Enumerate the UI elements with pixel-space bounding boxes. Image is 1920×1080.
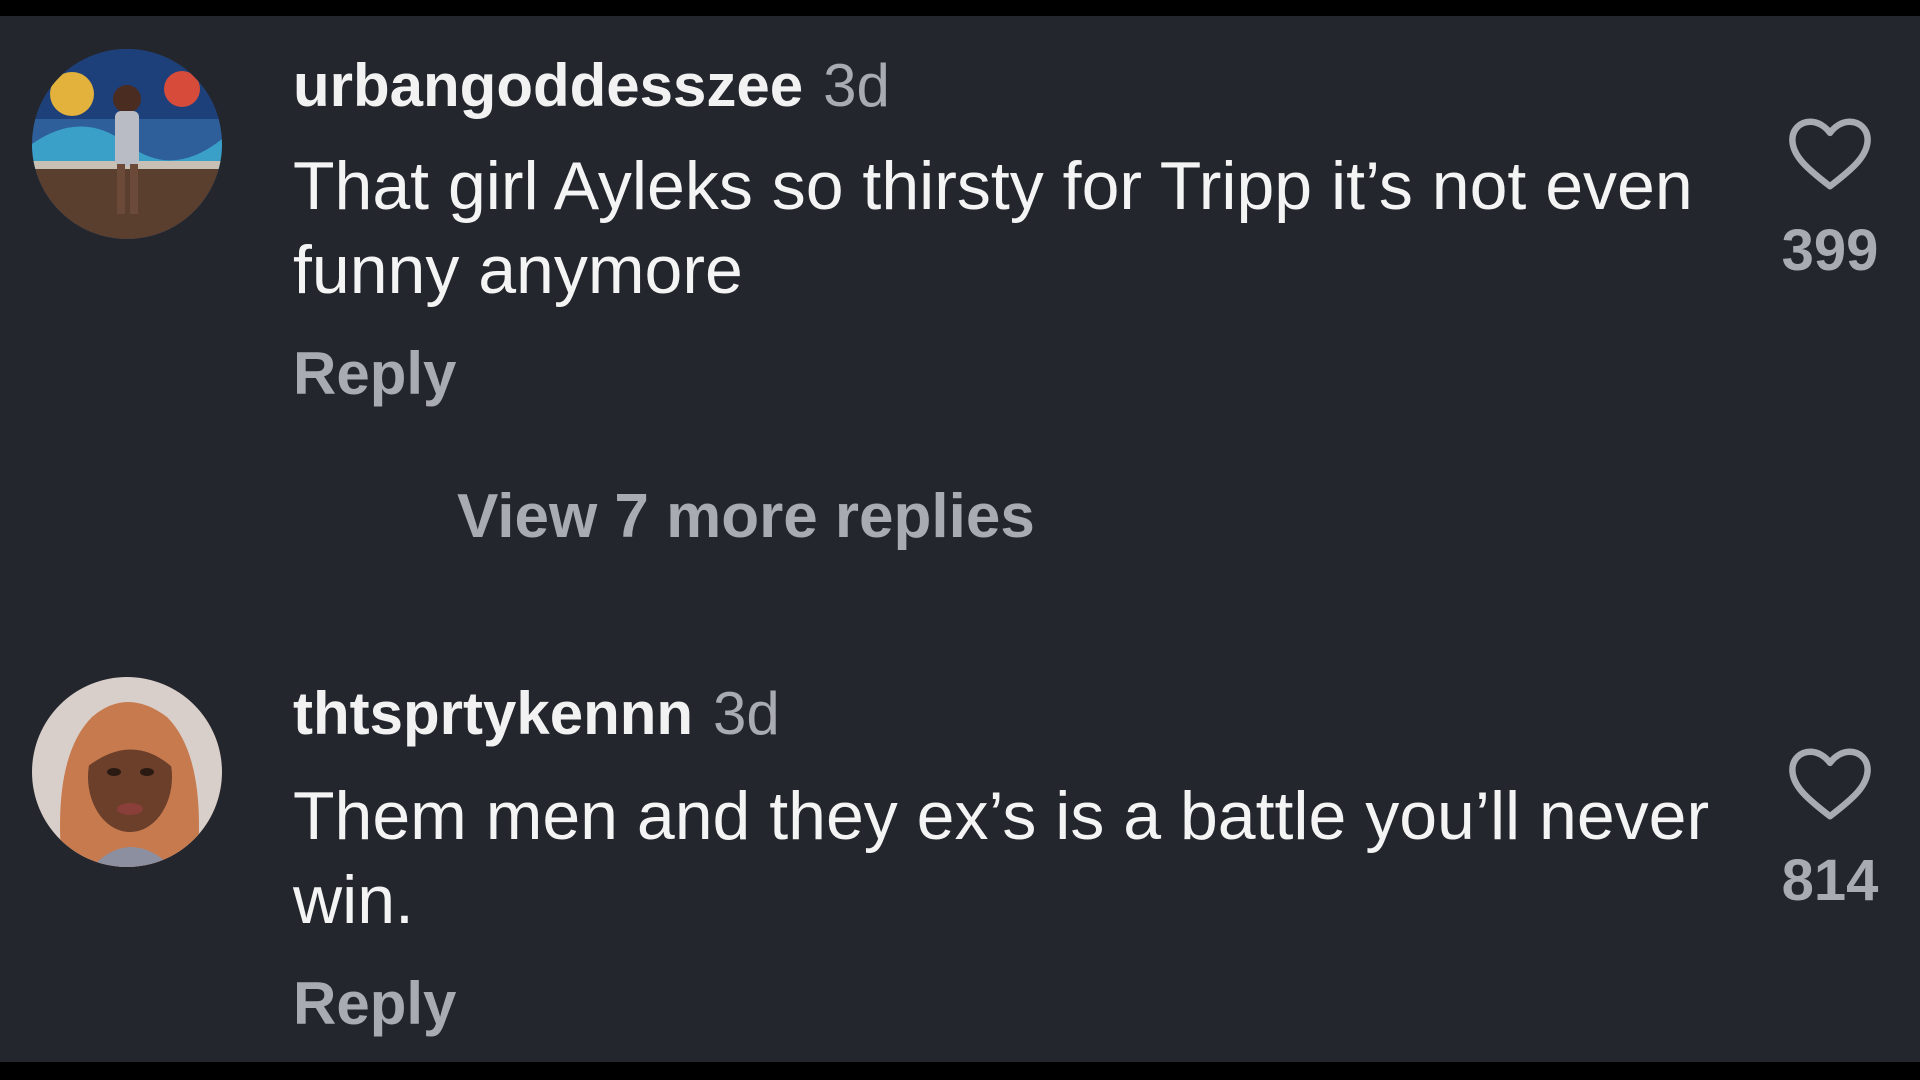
view-more-replies-button[interactable]: View 7 more replies bbox=[457, 486, 1035, 548]
comment-text: Them men and they ex’s is a battle you’l… bbox=[293, 778, 1710, 938]
reply-button[interactable]: Reply bbox=[293, 974, 456, 1034]
like-control: 399 bbox=[1780, 116, 1880, 280]
avatar[interactable] bbox=[32, 49, 222, 239]
timestamp: 3d bbox=[713, 680, 780, 747]
comment-header: urbangoddesszee 3d bbox=[293, 56, 890, 116]
timestamp: 3d bbox=[823, 52, 890, 119]
avatar-image bbox=[32, 677, 222, 867]
comment-header: thtsprtykennn 3d bbox=[293, 684, 780, 744]
reply-button[interactable]: Reply bbox=[293, 344, 456, 404]
username[interactable]: urbangoddesszee bbox=[293, 52, 803, 119]
comments-panel: urbangoddesszee 3d That girl Ayleks so th… bbox=[0, 16, 1920, 1062]
username[interactable]: thtsprtykennn bbox=[293, 680, 693, 747]
like-count: 814 bbox=[1781, 848, 1879, 913]
heart-outline-icon[interactable] bbox=[1787, 746, 1873, 822]
like-count: 399 bbox=[1781, 218, 1879, 283]
avatar-image bbox=[32, 49, 222, 239]
comment-text: That girl Ayleks so thirsty for Tripp it… bbox=[293, 148, 1693, 308]
avatar[interactable] bbox=[32, 677, 222, 867]
heart-outline-icon[interactable] bbox=[1787, 116, 1873, 192]
like-control: 814 bbox=[1780, 746, 1880, 910]
